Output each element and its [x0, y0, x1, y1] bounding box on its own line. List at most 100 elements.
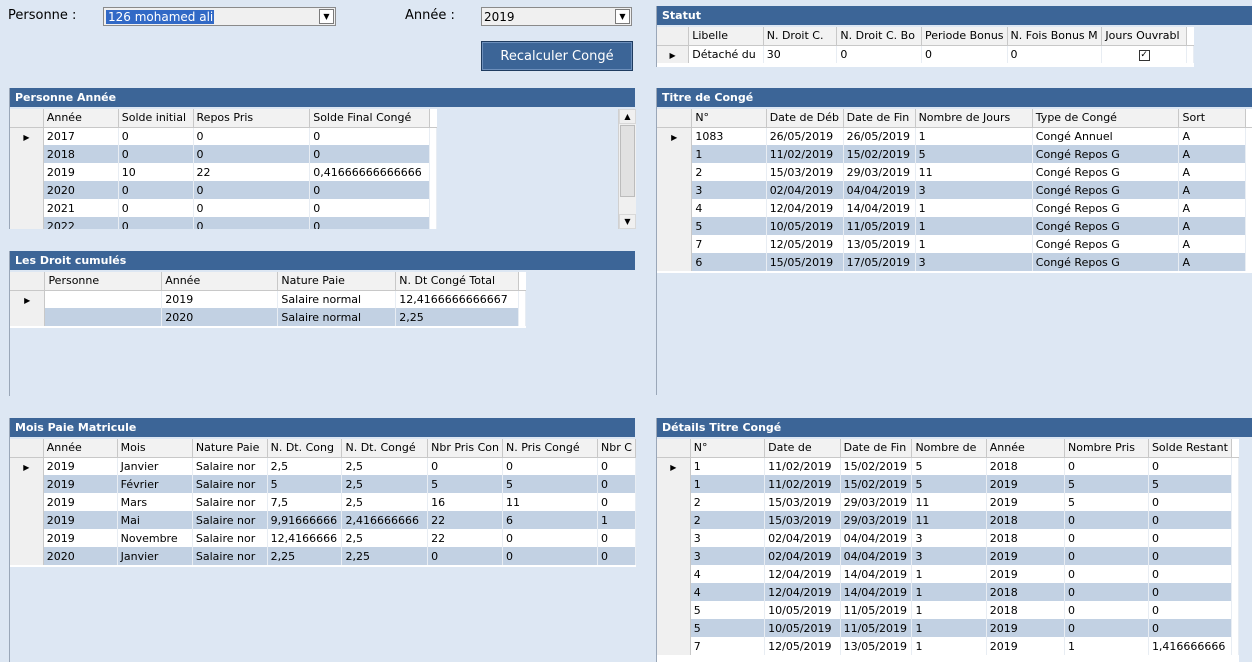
table-cell[interactable] — [44, 308, 163, 326]
table-cell[interactable]: 2,5 — [267, 457, 343, 475]
column-header[interactable]: N. Droit C. — [763, 27, 838, 46]
table-cell[interactable]: 0 — [118, 199, 194, 217]
table-cell[interactable]: 13/05/2019 — [843, 235, 916, 253]
row-selector[interactable] — [657, 511, 691, 529]
column-header[interactable]: Année — [43, 439, 118, 458]
table-cell[interactable]: 3 — [911, 547, 987, 565]
row-selector[interactable] — [657, 583, 691, 601]
table-cell[interactable]: 0 — [427, 547, 503, 565]
table-row[interactable]: ▶ 2019 Salaire normal 12,4166666666667 — [10, 290, 526, 308]
column-header[interactable]: Date de Fin — [840, 439, 913, 458]
table-row[interactable]: 2019 Novembre Salaire nor 12,4166666 2,5 22 0 0 — [10, 529, 636, 547]
column-header[interactable]: Repos Pris — [193, 109, 311, 128]
table-row[interactable]: 5 10/05/2019 11/05/2019 1 2018 0 0 — [657, 601, 1239, 619]
table-cell[interactable]: 1 — [1064, 637, 1149, 655]
table-cell[interactable]: 15/03/2019 — [766, 163, 844, 181]
table-cell[interactable]: 2019 — [161, 290, 279, 308]
titre-conge-grid[interactable]: N° Date de Déb Date de Fin Nombre de Jours T… — [657, 109, 1252, 273]
table-cell[interactable]: 12/05/2019 — [766, 235, 844, 253]
table-cell[interactable]: Congé Repos G — [1032, 199, 1180, 217]
table-row[interactable]: 2019 Mai Salaire nor 9,91666666 2,416666666 2… — [10, 511, 636, 529]
table-cell[interactable]: 0 — [309, 181, 430, 199]
table-cell[interactable]: 5 — [1148, 475, 1233, 493]
table-cell[interactable]: Salaire nor — [192, 547, 268, 565]
table-row[interactable]: 3 02/04/2019 04/04/2019 3 2019 0 0 — [657, 547, 1239, 565]
table-cell[interactable]: 29/03/2019 — [840, 511, 913, 529]
table-row[interactable]: 2019 Février Salaire nor 5 2,5 5 5 0 — [10, 475, 636, 493]
table-cell[interactable]: 1083 — [691, 127, 767, 145]
table-cell[interactable]: 1 — [915, 217, 1033, 235]
row-selector[interactable] — [10, 181, 44, 199]
table-row[interactable]: 2019 Mars Salaire nor 7,5 2,5 16 11 0 — [10, 493, 636, 511]
table-row[interactable]: 1 11/02/2019 15/02/2019 5 Congé Repos GA — [657, 145, 1252, 163]
table-cell[interactable]: 2020 — [43, 181, 119, 199]
table-cell[interactable]: 12/04/2019 — [764, 565, 841, 583]
table-cell[interactable]: 2018 — [986, 529, 1065, 547]
table-cell[interactable]: 15/02/2019 — [843, 145, 916, 163]
table-cell[interactable]: Congé Repos G — [1032, 217, 1180, 235]
table-cell[interactable]: 7,5 — [267, 493, 343, 511]
table-cell[interactable]: 2018 — [986, 511, 1065, 529]
table-cell[interactable]: 5 — [691, 217, 767, 235]
table-cell[interactable] — [44, 290, 163, 308]
column-header[interactable]: Libelle — [688, 27, 764, 46]
row-selector[interactable] — [657, 163, 693, 181]
column-header[interactable]: Nombre de — [911, 439, 987, 458]
checkbox-checked-icon[interactable]: ✓ — [1138, 50, 1150, 62]
table-row[interactable]: 2019 10 22 0,41666666666666 — [10, 163, 437, 181]
row-selector[interactable]: ▶ — [657, 457, 691, 475]
table-cell[interactable]: 2019 — [986, 619, 1065, 637]
table-cell[interactable]: Mars — [117, 493, 193, 511]
row-selector[interactable] — [657, 547, 691, 565]
table-row[interactable]: 1 11/02/2019 15/02/2019 5 2019 5 5 — [657, 475, 1239, 493]
table-cell[interactable]: 0 — [1148, 565, 1233, 583]
row-selector[interactable] — [657, 181, 693, 199]
column-header[interactable]: Date de Déb — [766, 109, 844, 128]
table-cell[interactable]: 2018 — [986, 457, 1065, 475]
table-cell[interactable]: 3 — [691, 181, 767, 199]
table-cell[interactable]: 0 — [427, 457, 503, 475]
table-cell[interactable]: 0 — [502, 529, 599, 547]
table-cell[interactable]: 0 — [309, 127, 430, 145]
table-cell[interactable]: 0 — [1148, 529, 1233, 547]
table-cell[interactable]: 0 — [597, 475, 636, 493]
row-selector[interactable] — [657, 529, 691, 547]
table-cell[interactable]: 3 — [915, 181, 1033, 199]
column-header[interactable]: Type de Congé — [1032, 109, 1180, 128]
table-cell[interactable]: 0 — [1007, 45, 1103, 63]
column-header[interactable]: Jours Ouvrabl — [1101, 27, 1187, 46]
row-selector[interactable] — [10, 217, 44, 229]
column-header[interactable]: Periode Bonus — [921, 27, 1008, 46]
table-cell[interactable]: 0,41666666666666 — [309, 163, 430, 181]
row-selector[interactable] — [657, 601, 691, 619]
table-row[interactable]: 2022 0 0 0 — [10, 217, 437, 229]
chevron-down-icon[interactable]: ▼ — [615, 9, 630, 24]
row-selector[interactable] — [10, 493, 44, 511]
row-selector[interactable] — [657, 475, 691, 493]
table-cell[interactable]: 5 — [1064, 493, 1149, 511]
table-cell[interactable]: 5 — [690, 619, 766, 637]
table-cell[interactable]: Congé Repos G — [1032, 253, 1180, 271]
table-cell[interactable]: 3 — [915, 253, 1033, 271]
table-row[interactable]: 2 15/03/2019 29/03/2019 11 2019 5 0 — [657, 493, 1239, 511]
table-cell[interactable]: 29/03/2019 — [843, 163, 916, 181]
table-cell[interactable]: 15/03/2019 — [764, 493, 841, 511]
table-row[interactable]: 5 10/05/2019 11/05/2019 1 Congé Repos GA — [657, 217, 1252, 235]
row-selector[interactable] — [657, 145, 693, 163]
table-cell[interactable]: Salaire normal — [277, 308, 397, 326]
table-cell[interactable]: Novembre — [117, 529, 193, 547]
table-cell[interactable]: 11/02/2019 — [766, 145, 844, 163]
table-cell[interactable]: 2,5 — [341, 493, 429, 511]
column-header[interactable]: Nbr C — [597, 439, 636, 458]
table-cell[interactable]: 11/02/2019 — [764, 475, 841, 493]
table-cell[interactable]: 2019 — [986, 547, 1065, 565]
table-cell[interactable]: 0 — [1148, 547, 1233, 565]
table-cell[interactable]: 2020 — [161, 308, 279, 326]
table-row[interactable]: 2020 Janvier Salaire nor 2,25 2,25 0 0 0 — [10, 547, 636, 565]
table-row[interactable]: 7 12/05/2019 13/05/2019 1 Congé Repos GA — [657, 235, 1252, 253]
table-cell[interactable]: 0 — [193, 127, 311, 145]
recalculer-conge-button[interactable]: Recalculer Congé — [481, 41, 633, 71]
row-selector[interactable]: ▶ — [657, 127, 693, 145]
table-cell[interactable]: 2,25 — [341, 547, 429, 565]
table-cell[interactable]: 2019 — [986, 475, 1065, 493]
